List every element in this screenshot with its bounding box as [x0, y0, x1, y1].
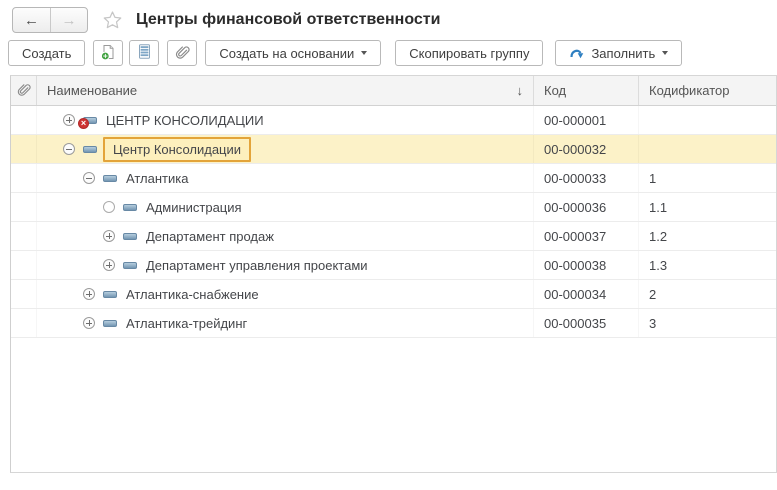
- row-code-cell: 00-000034: [534, 280, 639, 308]
- row-name-label: Департамент продаж: [146, 229, 274, 244]
- column-header-name[interactable]: Наименование ↓: [37, 76, 534, 105]
- tree-expander-icon[interactable]: [83, 288, 95, 300]
- row-attachment-cell: [11, 135, 37, 163]
- row-name-label: Атлантика-трейдинг: [126, 316, 247, 331]
- group-item-icon: ×: [103, 320, 117, 327]
- group-item-icon: ×: [103, 291, 117, 298]
- deleted-mark-icon: ×: [78, 118, 89, 129]
- table-row[interactable]: × Департамент продаж 00-000037 1.2: [11, 222, 776, 251]
- paperclip-icon: [174, 44, 190, 63]
- table-body: × ЦЕНТР КОНСОЛИДАЦИИ 00-000001 × Центр К…: [11, 106, 776, 338]
- row-attachment-cell: [11, 222, 37, 250]
- row-code-cell: 00-000035: [534, 309, 639, 337]
- create-group-button[interactable]: [93, 40, 123, 66]
- row-name-cell: × ЦЕНТР КОНСОЛИДАЦИИ: [37, 106, 534, 134]
- row-code-cell: 00-000038: [534, 251, 639, 279]
- row-name-label: Администрация: [146, 200, 242, 215]
- group-item-icon: ×: [103, 175, 117, 182]
- row-codifier-cell: 3: [639, 309, 776, 337]
- row-attachment-cell: [11, 106, 37, 134]
- column-header-attachments[interactable]: [11, 76, 37, 105]
- row-code-cell: 00-000001: [534, 106, 639, 134]
- row-name-cell: × Департамент управления проектами: [37, 251, 534, 279]
- group-item-icon: ×: [83, 146, 97, 153]
- row-attachment-cell: [11, 251, 37, 279]
- list-settings-button[interactable]: [129, 40, 159, 66]
- row-name-label: Атлантика: [126, 171, 188, 186]
- table-header: Наименование ↓ Код Кодификатор: [11, 76, 776, 106]
- group-item-icon: ×: [83, 117, 97, 124]
- row-name-label: Атлантика-снабжение: [126, 287, 259, 302]
- table-row[interactable]: × Департамент управления проектами 00-00…: [11, 251, 776, 280]
- row-codifier-cell: 2: [639, 280, 776, 308]
- fill-label: Заполнить: [591, 46, 655, 61]
- table-row[interactable]: × Администрация 00-000036 1.1: [11, 193, 776, 222]
- tree-table: Наименование ↓ Код Кодификатор × ЦЕНТР К…: [10, 75, 777, 473]
- fill-button[interactable]: Заполнить: [555, 40, 682, 66]
- row-name-label: Департамент управления проектами: [146, 258, 368, 273]
- row-codifier-cell: 1.2: [639, 222, 776, 250]
- row-name-cell: × Атлантика-трейдинг: [37, 309, 534, 337]
- tree-expander-icon[interactable]: [83, 317, 95, 329]
- row-codifier-cell: 1.3: [639, 251, 776, 279]
- page-title: Центры финансовой ответственности: [136, 11, 440, 29]
- column-header-name-label: Наименование: [47, 83, 137, 98]
- copy-group-button[interactable]: Скопировать группу: [395, 40, 543, 66]
- row-code-cell: 00-000033: [534, 164, 639, 192]
- table-row[interactable]: × ЦЕНТР КОНСОЛИДАЦИИ 00-000001: [11, 106, 776, 135]
- row-name-cell: × Администрация: [37, 193, 534, 221]
- table-row[interactable]: × Атлантика 00-000033 1: [11, 164, 776, 193]
- group-item-icon: ×: [123, 262, 137, 269]
- tree-expander-icon[interactable]: [103, 201, 115, 213]
- chevron-down-icon: [361, 51, 367, 55]
- row-name-label: Центр Консолидации: [103, 137, 251, 162]
- column-header-code[interactable]: Код: [534, 76, 639, 105]
- chevron-down-icon: [662, 51, 668, 55]
- row-code-cell: 00-000036: [534, 193, 639, 221]
- row-codifier-cell: 1.1: [639, 193, 776, 221]
- row-attachment-cell: [11, 280, 37, 308]
- create-on-basis-label: Создать на основании: [219, 46, 354, 61]
- toolbar: Создать: [0, 37, 777, 75]
- row-name-cell: × Центр Консолидации: [37, 135, 534, 163]
- row-codifier-cell: 1: [639, 164, 776, 192]
- attachments-button[interactable]: [167, 40, 197, 66]
- forward-button[interactable]: →: [50, 8, 87, 32]
- create-on-basis-button[interactable]: Создать на основании: [205, 40, 381, 66]
- tree-expander-icon[interactable]: [103, 230, 115, 242]
- table-row[interactable]: × Атлантика-трейдинг 00-000035 3: [11, 309, 776, 338]
- create-button[interactable]: Создать: [8, 40, 85, 66]
- row-name-label: ЦЕНТР КОНСОЛИДАЦИИ: [106, 113, 264, 128]
- new-folder-icon: [99, 43, 117, 64]
- title-bar: ← → Центры финансовой ответственности: [0, 0, 777, 37]
- list-icon: [136, 43, 153, 63]
- group-item-icon: ×: [123, 204, 137, 211]
- history-nav: ← →: [12, 7, 88, 33]
- tree-expander-icon[interactable]: [103, 259, 115, 271]
- sort-descending-icon: ↓: [517, 83, 524, 98]
- paperclip-icon: [16, 82, 31, 100]
- tree-expander-icon[interactable]: [63, 114, 75, 126]
- favorite-star-icon[interactable]: [101, 9, 124, 32]
- column-header-codifier[interactable]: Кодификатор: [639, 76, 776, 105]
- row-attachment-cell: [11, 164, 37, 192]
- table-row[interactable]: × Центр Консолидации 00-000032: [11, 135, 776, 164]
- back-button[interactable]: ←: [13, 8, 50, 32]
- row-code-cell: 00-000037: [534, 222, 639, 250]
- row-attachment-cell: [11, 193, 37, 221]
- row-code-cell: 00-000032: [534, 135, 639, 163]
- tree-expander-icon[interactable]: [83, 172, 95, 184]
- row-codifier-cell: [639, 135, 776, 163]
- tree-expander-icon[interactable]: [63, 143, 75, 155]
- row-name-cell: × Департамент продаж: [37, 222, 534, 250]
- group-item-icon: ×: [123, 233, 137, 240]
- table-row[interactable]: × Атлантика-снабжение 00-000034 2: [11, 280, 776, 309]
- row-codifier-cell: [639, 106, 776, 134]
- fill-arrow-icon: [569, 46, 585, 60]
- row-name-cell: × Атлантика-снабжение: [37, 280, 534, 308]
- row-attachment-cell: [11, 309, 37, 337]
- row-name-cell: × Атлантика: [37, 164, 534, 192]
